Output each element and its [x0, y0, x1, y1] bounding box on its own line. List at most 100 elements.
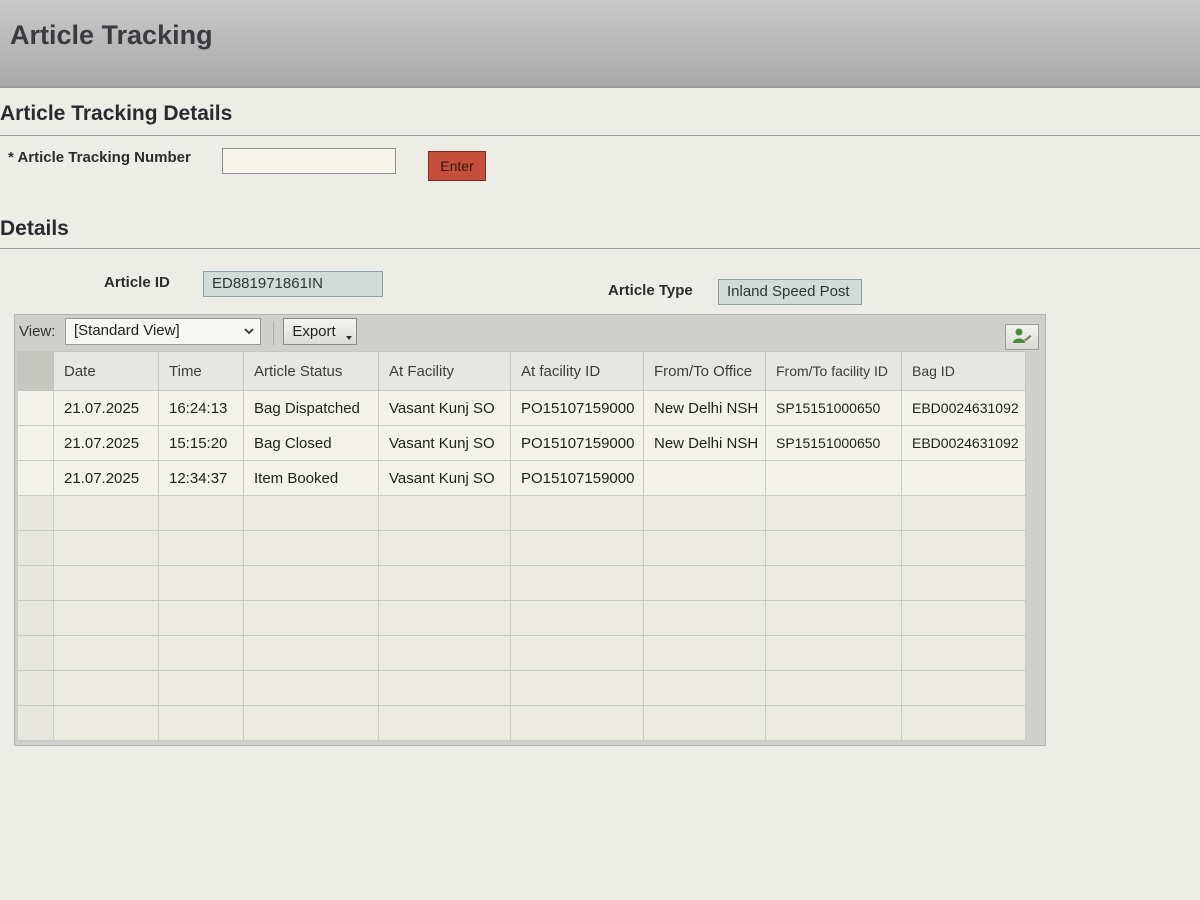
- tracking-number-input[interactable]: [222, 148, 396, 174]
- empty-cell: [158, 495, 244, 531]
- cell-article-status: Bag Dispatched: [243, 390, 379, 426]
- row-selector[interactable]: [17, 390, 54, 426]
- column-header-bag-id[interactable]: Bag ID: [901, 351, 1026, 391]
- row-selector[interactable]: [17, 460, 54, 496]
- cell-from-to-facility-id: SP15151000650: [765, 390, 902, 426]
- select-all-cell[interactable]: [17, 351, 54, 391]
- export-button-label: Export: [292, 323, 336, 340]
- cell-at-facility: Vasant Kunj SO: [378, 460, 511, 496]
- empty-cell: [765, 530, 902, 566]
- empty-cell: [901, 495, 1026, 531]
- empty-cell: [243, 635, 379, 671]
- details-section-divider: [0, 248, 1200, 249]
- table-row[interactable]: 21.07.2025 16:24:13 Bag Dispatched Vasan…: [17, 390, 1026, 426]
- empty-cell: [901, 565, 1026, 601]
- empty-cell: [765, 635, 902, 671]
- cell-time: 15:15:20: [158, 425, 244, 461]
- empty-cell: [158, 635, 244, 671]
- empty-cell: [901, 600, 1026, 636]
- toolbar-separator: [273, 321, 274, 345]
- row-selector: [17, 635, 54, 671]
- table-row[interactable]: 21.07.2025 15:15:20 Bag Closed Vasant Ku…: [17, 425, 1026, 461]
- cell-bag-id: EBD0024631092: [901, 425, 1026, 461]
- empty-table-row: [17, 530, 1026, 566]
- empty-rows: [17, 495, 1026, 741]
- table-row[interactable]: 21.07.2025 12:34:37 Item Booked Vasant K…: [17, 460, 1026, 496]
- empty-cell: [901, 670, 1026, 706]
- empty-cell: [53, 600, 159, 636]
- empty-cell: [243, 530, 379, 566]
- empty-cell: [158, 670, 244, 706]
- empty-table-row: [17, 565, 1026, 601]
- tracking-table: Date Time Article Status At Facility At …: [17, 351, 1026, 741]
- column-header-at-facility[interactable]: At Facility: [378, 351, 511, 391]
- empty-cell: [510, 705, 644, 741]
- table-settings-button[interactable]: [1005, 324, 1039, 350]
- column-header-from-to-facility-id[interactable]: From/To facility ID: [765, 351, 902, 391]
- column-header-date[interactable]: Date: [53, 351, 159, 391]
- row-selector: [17, 495, 54, 531]
- empty-cell: [243, 705, 379, 741]
- cell-at-facility: Vasant Kunj SO: [378, 390, 511, 426]
- column-header-from-to-office[interactable]: From/To Office: [643, 351, 766, 391]
- cell-time: 16:24:13: [158, 390, 244, 426]
- empty-cell: [643, 600, 766, 636]
- empty-cell: [378, 670, 511, 706]
- cell-date: 21.07.2025: [53, 425, 159, 461]
- empty-cell: [901, 530, 1026, 566]
- dropdown-triangle-icon: [346, 336, 352, 340]
- empty-cell: [158, 565, 244, 601]
- empty-table-row: [17, 635, 1026, 671]
- cell-article-status: Item Booked: [243, 460, 379, 496]
- cell-bag-id: [901, 460, 1026, 496]
- empty-cell: [901, 635, 1026, 671]
- chevron-down-icon: [244, 328, 254, 335]
- empty-cell: [643, 670, 766, 706]
- details-section-title: Details: [0, 217, 69, 240]
- empty-cell: [643, 635, 766, 671]
- empty-table-row: [17, 670, 1026, 706]
- table-toolbar: View: [Standard View] Export: [15, 315, 1045, 351]
- empty-cell: [53, 670, 159, 706]
- article-id-label: Article ID: [104, 274, 170, 291]
- row-selector[interactable]: [17, 425, 54, 461]
- enter-button[interactable]: Enter: [428, 151, 486, 181]
- view-select[interactable]: [Standard View]: [65, 318, 261, 345]
- empty-cell: [378, 600, 511, 636]
- empty-cell: [53, 635, 159, 671]
- empty-cell: [378, 635, 511, 671]
- empty-cell: [158, 530, 244, 566]
- empty-cell: [510, 495, 644, 531]
- export-button[interactable]: Export: [283, 318, 357, 345]
- cell-from-to-facility-id: [765, 460, 902, 496]
- empty-cell: [378, 565, 511, 601]
- article-id-value: ED881971861IN: [203, 271, 383, 297]
- cell-time: 12:34:37: [158, 460, 244, 496]
- row-selector: [17, 670, 54, 706]
- cell-article-status: Bag Closed: [243, 425, 379, 461]
- empty-cell: [765, 600, 902, 636]
- empty-cell: [643, 530, 766, 566]
- empty-cell: [378, 495, 511, 531]
- column-header-article-status[interactable]: Article Status: [243, 351, 379, 391]
- cell-at-facility-id: PO15107159000: [510, 460, 644, 496]
- cell-date: 21.07.2025: [53, 460, 159, 496]
- empty-cell: [510, 530, 644, 566]
- table-header-row: Date Time Article Status At Facility At …: [17, 351, 1026, 391]
- empty-cell: [901, 705, 1026, 741]
- cell-at-facility: Vasant Kunj SO: [378, 425, 511, 461]
- cell-from-to-office: New Delhi NSH: [643, 390, 766, 426]
- empty-cell: [643, 495, 766, 531]
- empty-cell: [243, 565, 379, 601]
- cell-at-facility-id: PO15107159000: [510, 390, 644, 426]
- empty-cell: [765, 670, 902, 706]
- empty-cell: [53, 495, 159, 531]
- view-select-value: [Standard View]: [74, 322, 180, 339]
- empty-cell: [765, 565, 902, 601]
- empty-table-row: [17, 495, 1026, 531]
- page-header: Article Tracking: [0, 0, 1200, 88]
- empty-cell: [378, 705, 511, 741]
- column-header-time[interactable]: Time: [158, 351, 244, 391]
- column-header-at-facility-id[interactable]: At facility ID: [510, 351, 644, 391]
- row-selector: [17, 530, 54, 566]
